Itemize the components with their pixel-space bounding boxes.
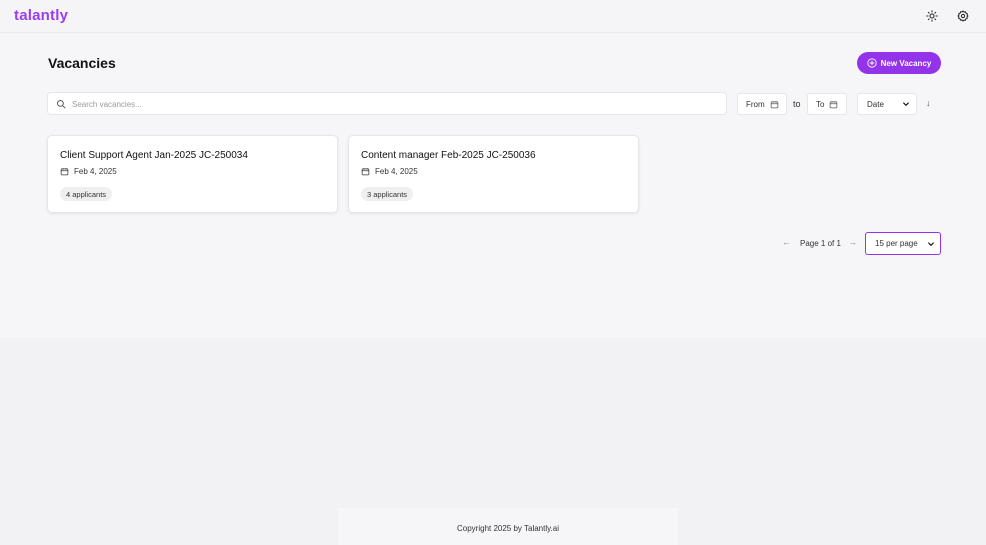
per-page-value: 15 per page [875,239,918,248]
vacancy-card[interactable]: Content manager Feb-2025 JC-250036 Feb 4… [348,135,639,213]
main-content: Vacancies New Vacancy From to To Date ↓ … [0,34,986,338]
plus-circle-icon [867,58,877,68]
calendar-icon [60,168,69,176]
search-input[interactable] [72,96,712,112]
from-date-label: From [746,99,765,109]
gear-icon[interactable] [955,8,971,24]
footer: Copyright 2025 by Talantly.ai [338,508,678,545]
from-date-field[interactable]: From [737,93,787,115]
search-box [47,92,727,115]
top-bar: talantly [0,0,986,33]
vacancy-card[interactable]: Client Support Agent Jan-2025 JC-250034 … [47,135,338,213]
per-page-select[interactable]: 15 per page [865,232,941,255]
page-indicator: Page 1 of 1 [800,239,841,248]
sort-direction-button[interactable]: ↓ [926,98,931,108]
vacancy-title: Content manager Feb-2025 JC-250036 [361,150,536,161]
to-date-label: To [816,99,825,109]
calendar-icon [361,168,370,176]
search-icon [56,99,66,109]
sort-select-value: Date [867,99,884,109]
vacancy-date-text: Feb 4, 2025 [74,167,117,176]
new-vacancy-button[interactable]: New Vacancy [857,52,941,74]
vacancy-date-text: Feb 4, 2025 [375,167,418,176]
calendar-icon [770,100,778,108]
to-date-field[interactable]: To [807,93,847,115]
sort-select[interactable]: Date [857,93,917,115]
copyright-text: Copyright 2025 by Talantly.ai [457,524,559,533]
sun-icon[interactable] [924,8,940,24]
applicants-badge: 4 applicants [60,187,113,201]
next-page-button[interactable]: → [848,237,857,247]
vacancy-title: Client Support Agent Jan-2025 JC-250034 [60,150,248,161]
chevron-down-icon [903,102,909,106]
vacancy-date: Feb 4, 2025 [60,167,117,176]
new-vacancy-label: New Vacancy [880,58,932,68]
calendar-icon [830,100,838,108]
date-range-separator: to [793,99,801,109]
chevron-down-icon [928,241,934,246]
applicants-badge: 3 applicants [361,187,414,201]
previous-page-button[interactable]: ← [782,237,791,247]
app-logo[interactable]: talantly [14,7,68,24]
page-title: Vacancies [48,55,116,71]
vacancy-date: Feb 4, 2025 [361,167,418,176]
